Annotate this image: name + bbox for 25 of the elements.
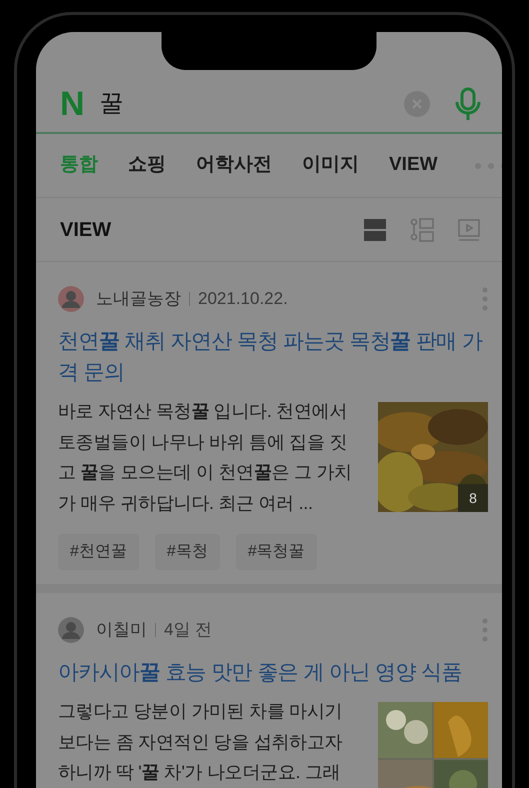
post-snippet: 바로 자연산 목청꿀 입니다. 천연에서 토종벌들이 나무나 바위 틈에 집을 짓고 꿀을 모으는데 이 천연꿀은 그 가치가 매우 귀하답니다. 최근 여러 ...: [58, 400, 353, 514]
hashtag[interactable]: #목청꿀: [236, 534, 317, 570]
hashtag[interactable]: #목청: [154, 534, 220, 570]
feed-view-icon[interactable]: [410, 218, 434, 242]
image-count: 8: [458, 484, 488, 512]
post-title[interactable]: 천연꿀 채취 자연산 목청 파는곳 목청꿀 판매 가격 문의: [58, 326, 488, 388]
post-date: 2021.10.22.: [198, 288, 289, 310]
author-name[interactable]: 이칠미: [96, 617, 147, 643]
tab[interactable]: 쇼핑: [128, 151, 166, 180]
tab[interactable]: VIEW: [389, 151, 438, 180]
author-name[interactable]: 노내골농장: [96, 286, 181, 312]
microphone-icon[interactable]: [454, 87, 482, 121]
search-field[interactable]: 꿀: [100, 86, 300, 122]
post-snippet: 그렇다고 당분이 가미된 차를 마시기보다는 좀 자연적인 당을 섭취하고자 하니까 딱 '꿀 차'가 나오더군요. 그래: [58, 700, 344, 784]
tab[interactable]: 이미지: [302, 151, 359, 180]
avatar[interactable]: [58, 286, 84, 312]
video-view-icon[interactable]: [458, 218, 480, 240]
more-icon[interactable]: [474, 162, 502, 170]
hashtag[interactable]: #천연꿀: [58, 534, 139, 570]
list-view-icon[interactable]: [364, 218, 386, 240]
section-title: VIEW: [60, 218, 112, 242]
avatar[interactable]: [58, 617, 84, 643]
tab[interactable]: 어학사전: [196, 151, 272, 180]
post-date: 4일 전: [164, 619, 214, 642]
post-title[interactable]: 아카시아꿀 효능 맛만 좋은 게 아닌 영양 식품: [58, 657, 488, 688]
